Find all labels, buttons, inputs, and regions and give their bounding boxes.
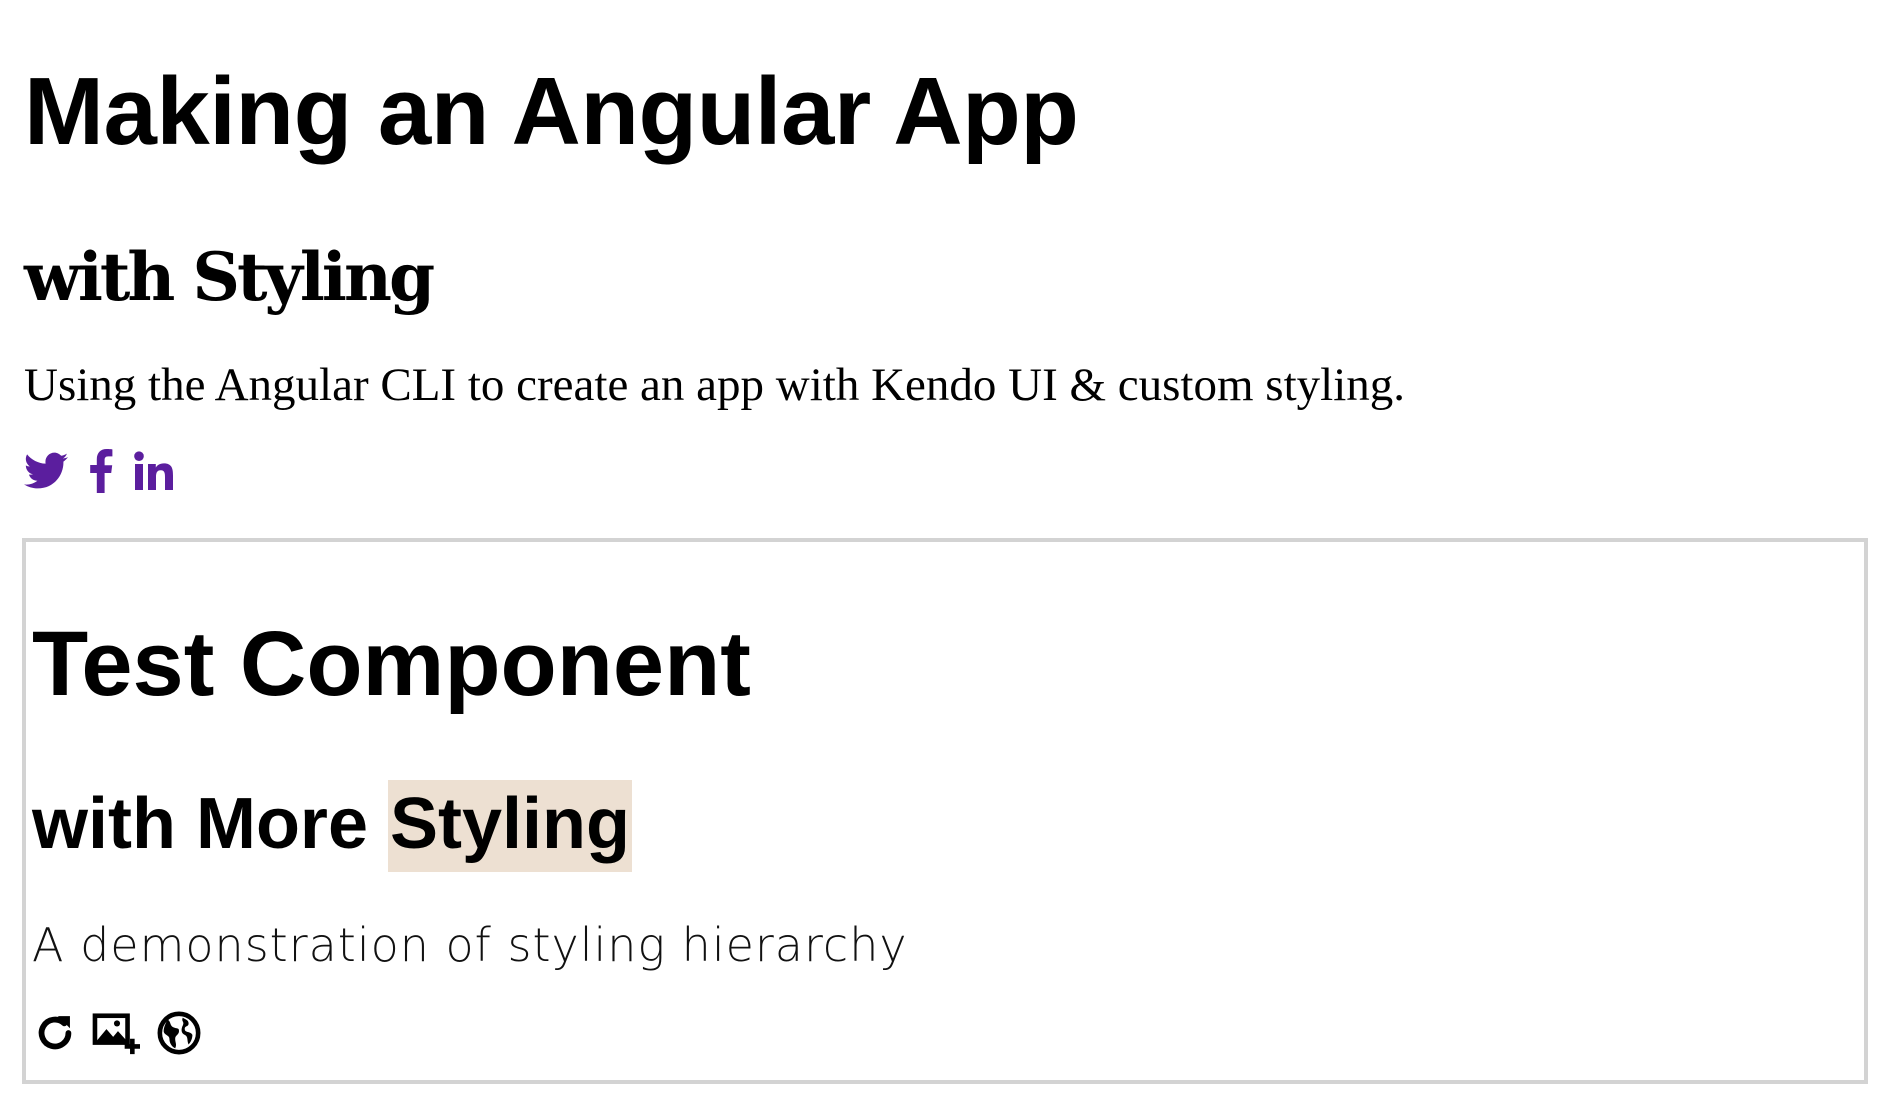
page-title: Making an Angular App — [24, 58, 1079, 165]
twitter-icon[interactable] — [24, 452, 68, 490]
reload-icon[interactable] — [32, 1010, 78, 1056]
social-links — [24, 447, 1862, 495]
page-description: Using the Angular CLI to create an app w… — [24, 359, 1406, 411]
component-subtitle-highlight: Styling — [388, 780, 633, 872]
facebook-icon[interactable] — [88, 449, 114, 493]
component-subtitle: with More Styling — [32, 780, 1864, 872]
component-subtitle-prefix: with More — [32, 784, 388, 864]
linkedin-icon[interactable] — [134, 451, 174, 491]
page: Making an Angular App with Styling Using… — [0, 0, 1880, 1108]
test-component-panel: Test Component with More Styling A demon… — [22, 538, 1868, 1084]
component-title: Test Component — [32, 613, 751, 715]
component-description: A demonstration of styling hierarchy — [32, 918, 908, 972]
add-image-icon[interactable] — [92, 1010, 142, 1056]
component-icons — [32, 1010, 1864, 1056]
globe-icon[interactable] — [156, 1010, 202, 1056]
page-subtitle: with Styling — [24, 238, 435, 316]
